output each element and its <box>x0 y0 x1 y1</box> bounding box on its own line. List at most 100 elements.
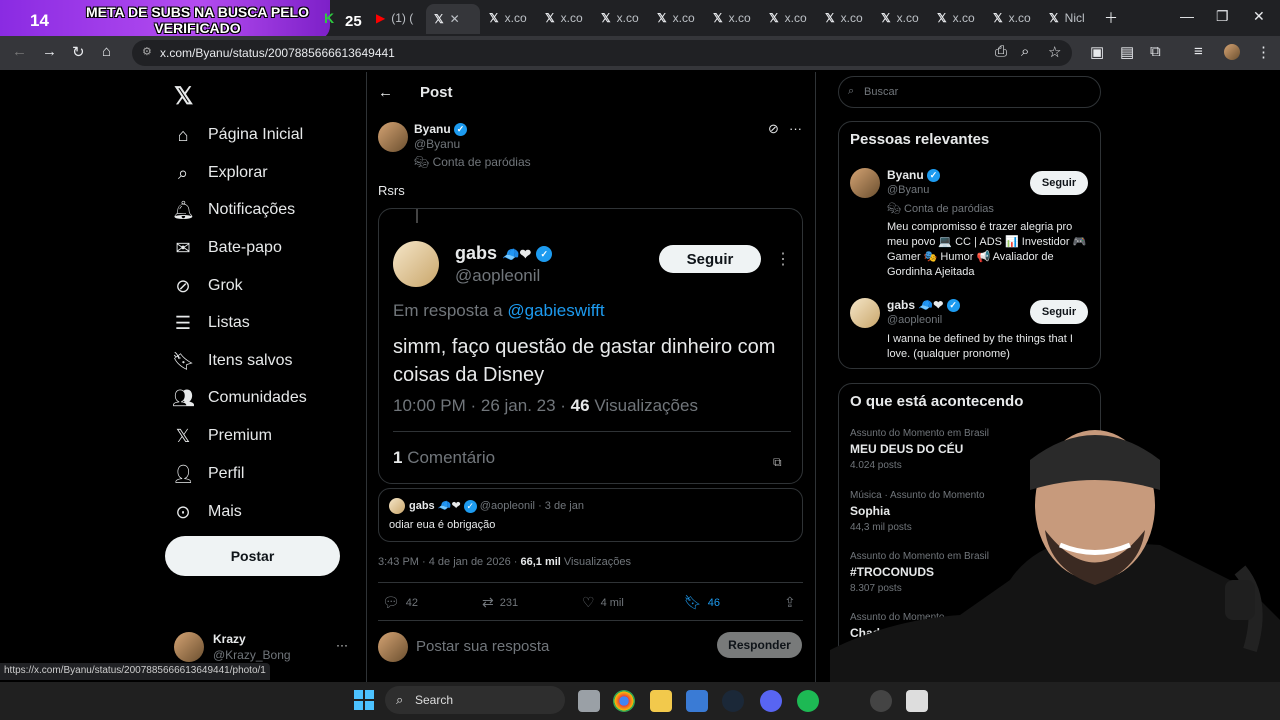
reload-icon[interactable]: ↻ <box>72 43 85 61</box>
more-options-icon[interactable]: ··· <box>789 121 802 136</box>
follow-button[interactable]: Seguir <box>1030 171 1088 195</box>
parody-label: 🎭︎ Conta de paródias <box>414 155 531 169</box>
profile-avatar[interactable] <box>1224 44 1240 60</box>
steam-icon[interactable] <box>722 690 744 712</box>
tab-x-5[interactable]: 𝕏x.co <box>713 6 751 30</box>
reading-list-icon[interactable]: ≡ <box>1194 43 1203 60</box>
nav-profile[interactable]: 👤︎ Perfil <box>172 459 244 489</box>
quoted-post[interactable]: gabs 🧢❤ ✓ @aopleonil · 3 de jan odiar eu… <box>378 488 803 542</box>
maximize-icon[interactable]: ❐ <box>1216 8 1229 25</box>
bookmark-action[interactable]: 🔖︎ 46 <box>684 594 720 611</box>
person-parody-label: 🎭︎ Conta de paródias <box>887 203 994 215</box>
tab-x-10[interactable]: 𝕏x.co <box>993 6 1031 30</box>
tab-x-2[interactable]: 𝕏x.co <box>545 6 583 30</box>
nav-notifications[interactable]: 🔔︎ Notificações <box>172 195 295 225</box>
install-icon[interactable]: ⎙ <box>995 43 1007 60</box>
follow-button[interactable]: Seguir <box>1030 300 1088 324</box>
nav-grok[interactable]: ⊘ Grok <box>172 271 242 301</box>
back-arrow-icon[interactable]: ← <box>378 84 393 101</box>
author-avatar[interactable] <box>378 122 408 152</box>
reply-input[interactable]: Postar sua resposta <box>416 638 549 655</box>
home-icon[interactable]: ⌂ <box>102 43 111 60</box>
address-bar[interactable]: x.com/Byanu/status/2007885666613649441 <box>132 40 1072 66</box>
cap-icon: 🧢❤ <box>918 298 944 312</box>
page-title: Post <box>420 84 453 101</box>
embed-text: simm, faço questão de gastar dinheiro co… <box>393 336 776 386</box>
search-input[interactable]: Buscar <box>838 76 1101 108</box>
new-tab-icon[interactable]: ＋ <box>1104 8 1118 28</box>
person-avatar[interactable] <box>850 168 880 198</box>
verified-icon: ✓ <box>946 299 960 313</box>
divider <box>378 582 803 583</box>
minimize-icon[interactable]: — <box>1180 8 1194 24</box>
tab-x-6[interactable]: 𝕏x.co <box>769 6 807 30</box>
cap-icon: 🧢❤ <box>502 246 532 262</box>
extensions-puzzle-icon[interactable]: ⧉ <box>1150 43 1161 60</box>
site-info-icon[interactable]: ⚙ <box>142 45 152 58</box>
tab-x-4[interactable]: 𝕏x.co <box>657 6 695 30</box>
nav-more[interactable]: ⊙ Mais <box>172 497 241 527</box>
extension-icon-2[interactable]: ▤ <box>1120 43 1134 61</box>
embedded-image[interactable]: gabs 🧢❤ ✓ @aopleonil Seguir ⋮ Em respost… <box>378 208 803 484</box>
divider <box>393 431 791 432</box>
obs-icon[interactable] <box>870 690 892 712</box>
back-icon[interactable]: ← <box>12 43 27 60</box>
account-menu-icon[interactable]: ··· <box>336 638 348 652</box>
reply-button[interactable]: Responder <box>717 632 802 658</box>
nav-home[interactable]: ⌂ Página Inicial <box>172 120 304 150</box>
account-avatar[interactable] <box>174 632 204 662</box>
forward-icon[interactable]: → <box>42 43 57 60</box>
like-action[interactable]: ♡ 4 mil <box>582 594 624 611</box>
nav-premium[interactable]: 𝕏 Premium <box>172 421 272 451</box>
embed-name: gabs 🧢❤ ✓ <box>455 243 553 264</box>
repost-action[interactable]: ⇄ 231 <box>482 594 518 611</box>
verified-icon: ✓ <box>454 123 468 137</box>
person-name[interactable]: gabs 🧢❤ ✓ <box>887 298 960 313</box>
post-button[interactable]: Postar <box>165 536 340 576</box>
person-avatar[interactable] <box>850 298 880 328</box>
share-icon[interactable]: ⇪ <box>784 594 796 611</box>
comment-icon: 💬︎ <box>382 594 400 610</box>
author-name[interactable]: Byanu ✓ <box>414 122 468 137</box>
grok-icon[interactable]: ⊘ <box>768 121 779 137</box>
nav-bookmarks[interactable]: 🔖︎ Itens salvos <box>172 346 292 376</box>
tab-active[interactable]: 𝕏 ✕ <box>426 4 480 34</box>
app-icon[interactable] <box>906 690 928 712</box>
tab-x-3[interactable]: 𝕏x.co <box>601 6 639 30</box>
x-logo-icon[interactable]: 𝕏 <box>174 82 193 111</box>
extension-icon[interactable]: ▣ <box>1090 43 1104 61</box>
tab-x-7[interactable]: 𝕏x.co <box>825 6 863 30</box>
start-icon[interactable] <box>354 690 374 710</box>
spotify-icon[interactable] <box>797 690 819 712</box>
tab-x-9[interactable]: 𝕏x.co <box>937 6 975 30</box>
verified-icon: ✓ <box>927 169 941 183</box>
person-name[interactable]: Byanu ✓ <box>887 168 941 183</box>
tab-close-icon[interactable]: ✕ <box>450 12 460 26</box>
store-icon[interactable] <box>686 690 708 712</box>
taskbar-search[interactable]: Search <box>385 686 565 714</box>
reply-action[interactable]: 💬︎ 42 <box>382 594 418 611</box>
quote-avatar <box>389 498 405 514</box>
discord-icon[interactable] <box>760 690 782 712</box>
embed-avatar <box>393 241 439 287</box>
nav-explore[interactable]: ⌕ Explorar <box>172 158 268 188</box>
close-window-icon[interactable]: ✕ <box>1253 8 1265 25</box>
tab-x-11[interactable]: 𝕏 Nicl <box>1049 6 1085 30</box>
cap-icon: 🧢❤ <box>437 500 461 512</box>
tab-x-1[interactable]: 𝕏x.co <box>489 6 527 30</box>
mask-icon: 🎭︎ <box>887 203 905 215</box>
task-view-icon[interactable] <box>578 690 600 712</box>
overlay-count: 14 <box>30 11 49 30</box>
menu-dots-icon[interactable]: ⋮ <box>1256 43 1271 61</box>
chrome-icon[interactable] <box>613 690 635 712</box>
tab-x-8[interactable]: 𝕏x.co <box>881 6 919 30</box>
bookmark-star-icon[interactable]: ☆ <box>1048 43 1061 61</box>
nav-lists[interactable]: ☰ Listas <box>172 308 250 338</box>
nav-messages[interactable]: ✉ Bate-papo <box>172 233 281 263</box>
person-icon: 👤︎ <box>172 463 195 484</box>
file-explorer-icon[interactable] <box>650 690 672 712</box>
zoom-icon[interactable]: ⌕ <box>1021 43 1029 60</box>
nav-communities[interactable]: 👥︎ Comunidades <box>172 383 307 413</box>
tab-youtube[interactable]: ▶ (1) ( <box>376 6 413 30</box>
link-status-bar: https://x.com/Byanu/status/2007885666613… <box>0 663 270 680</box>
